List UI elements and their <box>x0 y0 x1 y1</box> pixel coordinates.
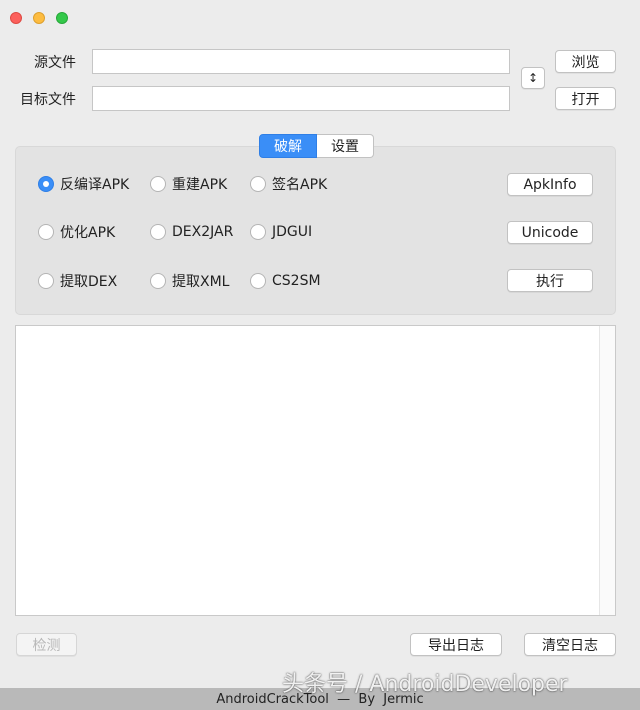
radio-unselected-icon <box>38 273 54 289</box>
log-text <box>16 326 615 334</box>
radio-unselected-icon <box>150 176 166 192</box>
export-log-button[interactable]: 导出日志 <box>410 633 502 656</box>
radio-unselected-icon <box>38 224 54 240</box>
radio-label: CS2SM <box>272 273 321 289</box>
radio-optimize-apk[interactable]: 优化APK <box>38 222 115 242</box>
watermark-text: 头条号 / AndroidDeveloper <box>282 672 568 697</box>
source-file-input[interactable] <box>92 49 510 74</box>
source-file-label: 源文件 <box>34 55 76 71</box>
radio-label: 优化APK <box>60 225 116 241</box>
zoom-window-button[interactable] <box>56 12 68 24</box>
target-file-input[interactable] <box>92 86 510 111</box>
swap-files-button[interactable]: ↕ <box>521 67 545 89</box>
apkinfo-button[interactable]: ApkInfo <box>507 173 593 196</box>
radio-unselected-icon <box>150 224 166 240</box>
radio-label: JDGUI <box>272 224 313 240</box>
close-window-button[interactable] <box>10 12 22 24</box>
minimize-window-button[interactable] <box>33 12 45 24</box>
radio-selected-icon <box>38 176 54 192</box>
log-scrollbar[interactable] <box>599 326 615 615</box>
radio-label: DEX2JAR <box>172 224 234 240</box>
radio-jdgui[interactable]: JDGUI <box>250 222 312 242</box>
radio-rebuild-apk[interactable]: 重建APK <box>150 174 227 194</box>
radio-unselected-icon <box>250 224 266 240</box>
radio-unselected-icon <box>250 273 266 289</box>
open-button[interactable]: 打开 <box>555 87 616 110</box>
radio-decompile-apk[interactable]: 反编译APK <box>38 174 129 194</box>
log-output[interactable] <box>15 325 616 616</box>
radio-sign-apk[interactable]: 签名APK <box>250 174 327 194</box>
radio-extract-xml[interactable]: 提取XML <box>150 271 229 291</box>
radio-label: 提取DEX <box>60 274 118 290</box>
radio-label: 签名APK <box>272 177 328 193</box>
radio-unselected-icon <box>150 273 166 289</box>
radio-dex2jar[interactable]: DEX2JAR <box>150 222 233 242</box>
radio-label: 重建APK <box>172 177 228 193</box>
radio-label: 反编译APK <box>60 177 130 193</box>
clear-log-button[interactable]: 清空日志 <box>524 633 616 656</box>
unicode-button[interactable]: Unicode <box>507 221 593 244</box>
radio-cs2sm[interactable]: CS2SM <box>250 271 321 291</box>
execute-button[interactable]: 执行 <box>507 269 593 292</box>
radio-extract-dex[interactable]: 提取DEX <box>38 271 117 291</box>
browse-button[interactable]: 浏览 <box>555 50 616 73</box>
radio-unselected-icon <box>250 176 266 192</box>
tab-crack[interactable]: 破解 <box>259 134 317 158</box>
detect-button[interactable]: 检测 <box>16 633 77 656</box>
radio-label: 提取XML <box>172 274 230 290</box>
tab-settings[interactable]: 设置 <box>317 134 374 158</box>
swap-icon: ↕ <box>527 71 539 85</box>
target-file-label: 目标文件 <box>20 92 76 108</box>
